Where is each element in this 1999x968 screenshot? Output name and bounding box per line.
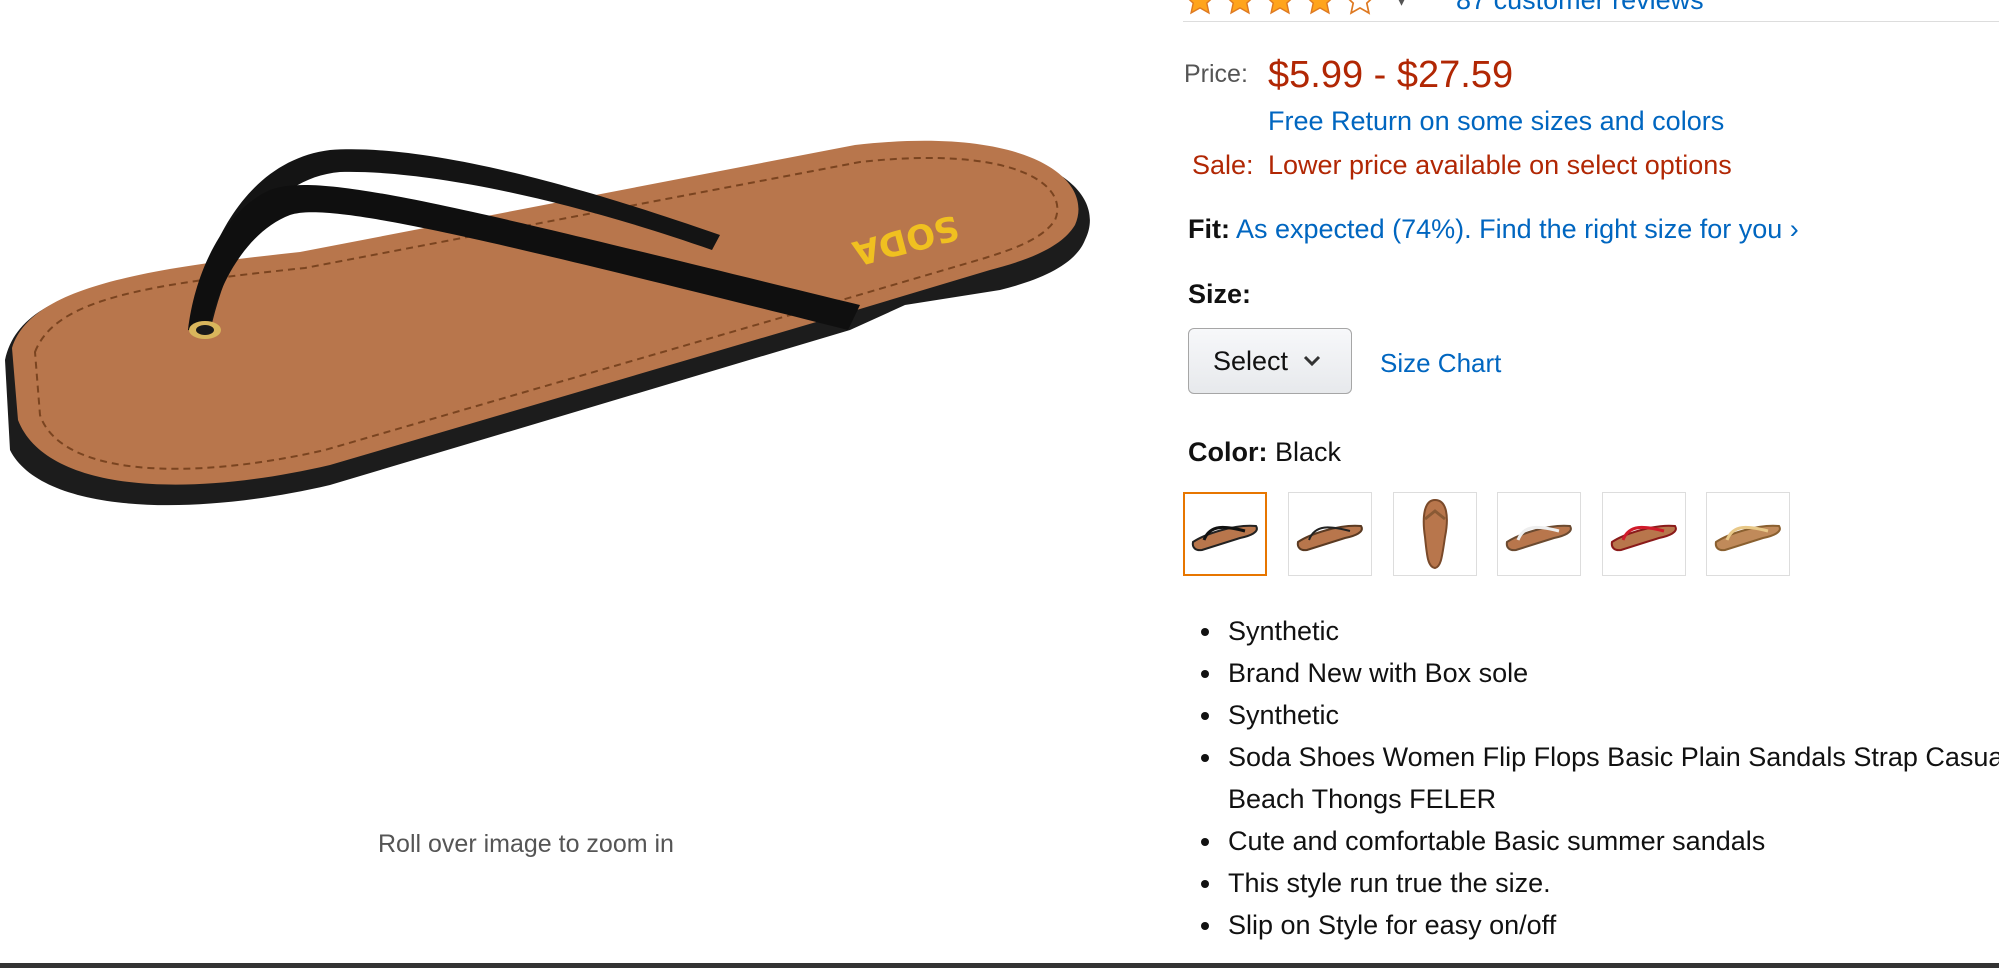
color-swatch-gold[interactable]	[1706, 492, 1790, 576]
sandal-thumbnail	[1714, 524, 1781, 552]
sandal-thumbnail	[1191, 524, 1258, 552]
sale-label: Sale:	[1192, 150, 1254, 180]
size-label: Size:	[1188, 279, 1252, 309]
star-icon	[1188, 0, 1212, 15]
feature-bullet: Synthetic	[1224, 694, 1999, 736]
reviews-link[interactable]: 87 customer reviews	[1456, 0, 1704, 16]
feature-bullet: Slip on Style for easy on/off	[1224, 904, 1999, 946]
product-image[interactable]: SODA	[0, 90, 1100, 520]
sandal-thumbnail	[1610, 524, 1677, 552]
color-swatch-black-brown[interactable]	[1288, 492, 1372, 576]
divider	[1183, 21, 1999, 22]
size-dropdown[interactable]: Select	[1188, 328, 1352, 394]
sandal-thumbnail	[1505, 524, 1572, 552]
fit-label: Fit:	[1188, 214, 1230, 244]
fit-row: Fit: As expected (74%). Find the right s…	[1188, 214, 1799, 245]
size-chart-link[interactable]: Size Chart	[1380, 348, 1501, 379]
chevron-down-icon	[1303, 355, 1321, 367]
star-empty-icon	[1348, 0, 1372, 15]
color-label: Color:	[1188, 437, 1268, 467]
size-dropdown-value: Select	[1213, 345, 1289, 376]
free-return-link[interactable]: Free Return on some sizes and colors	[1268, 106, 1724, 137]
color-row: Color: Black	[1188, 437, 1341, 468]
star-icon	[1228, 0, 1252, 15]
star-icon	[1268, 0, 1292, 15]
bottom-border	[0, 963, 1999, 968]
feature-bullet: Brand New with Box sole	[1224, 652, 1999, 694]
feature-bullet: Cute and comfortable Basic summer sandal…	[1224, 820, 1999, 862]
sandal-thumbnail	[1422, 498, 1448, 570]
sale-text: Lower price available on select options	[1268, 150, 1732, 180]
color-swatch-white[interactable]	[1497, 492, 1581, 576]
feature-bullet: This style run true the size.	[1224, 862, 1999, 904]
feature-bullet: Synthetic	[1224, 610, 1999, 652]
fit-link[interactable]: As expected (74%). Find the right size f…	[1236, 214, 1799, 244]
zoom-hint: Roll over image to zoom in	[378, 830, 674, 858]
chevron-down-icon[interactable]: ▾	[1397, 0, 1406, 11]
sandal-thumbnail	[1296, 524, 1363, 552]
star-icon	[1308, 0, 1332, 15]
feature-bullets: Synthetic Brand New with Box sole Synthe…	[1198, 610, 1999, 946]
color-swatch-brown[interactable]	[1393, 492, 1477, 576]
color-value: Black	[1275, 437, 1342, 467]
color-swatch-black[interactable]	[1183, 492, 1267, 576]
price-value: $5.99 - $27.59	[1268, 54, 1514, 96]
color-swatch-red[interactable]	[1602, 492, 1686, 576]
price-label: Price:	[1184, 60, 1248, 88]
rating-row[interactable]: ▾ 87 customer reviews	[1183, 0, 1704, 20]
feature-bullet: Soda Shoes Women Flip Flops Basic Plain …	[1224, 736, 1999, 820]
